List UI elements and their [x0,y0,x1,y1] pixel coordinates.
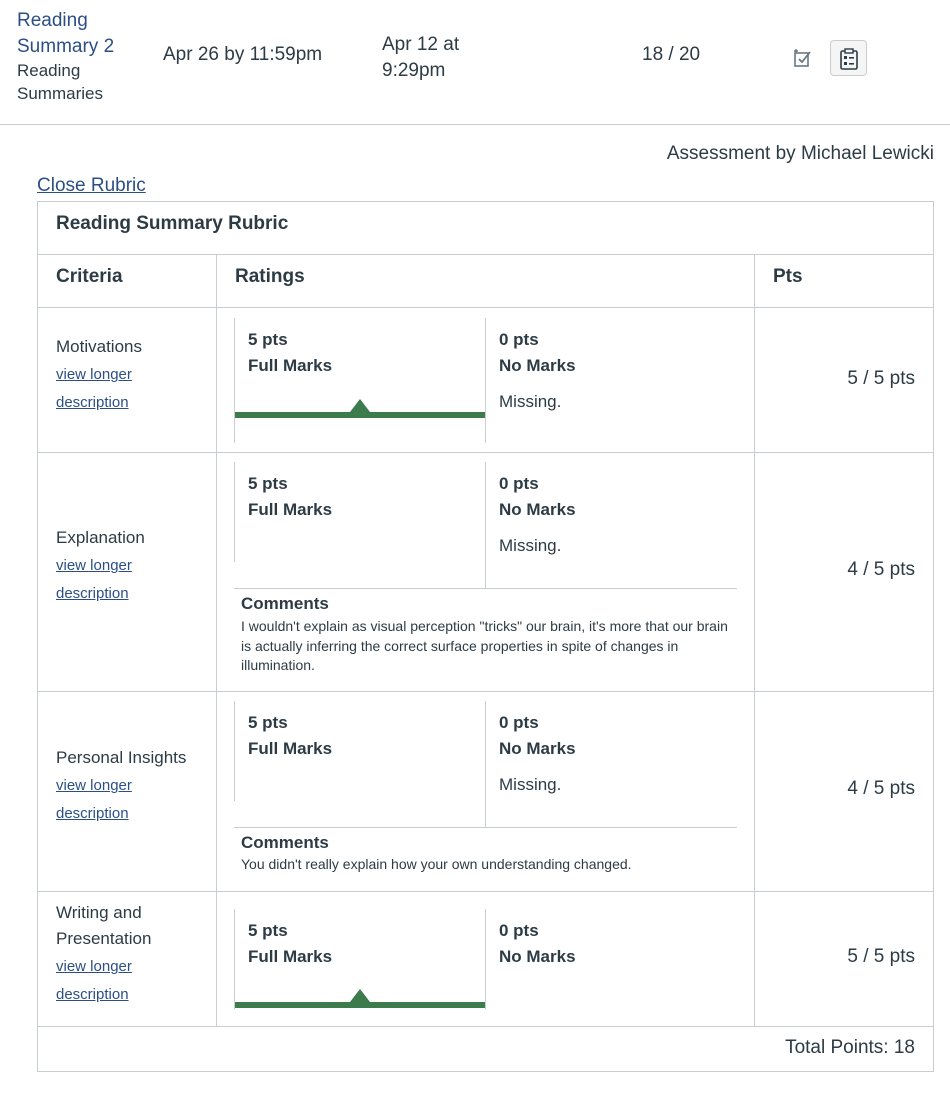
ratings-header: Ratings [235,266,305,287]
description-link[interactable]: description [56,981,176,1009]
rubric-title: Reading Summary Rubric [56,213,289,234]
column-divider [754,255,755,1027]
criterion-name: Writing and Presentation [56,903,152,948]
selected-rating-bar [235,412,486,418]
divider [38,691,933,692]
assignment-group: Reading Summaries [17,61,103,103]
view-longer-link[interactable]: view longer [56,552,176,580]
divider [38,452,933,453]
assignment-link[interactable]: Reading Summary 2 [17,8,137,60]
criterion-score: 5 / 5 pts [847,368,915,389]
submitted-date: Apr 12 at 9:29pm [382,34,460,81]
close-rubric-link[interactable]: Close Rubric [37,175,146,197]
rating-no-marks[interactable]: 0 pts No Marks Missing. [485,701,737,827]
submission-row: Reading Summary 2 Reading Summaries Apr … [0,0,950,125]
criterion-score: 5 / 5 pts [847,946,915,967]
due-date: Apr 26 by 11:59pm [163,44,323,65]
comment-text: You didn't really explain how your own u… [241,856,632,872]
rating-full-marks[interactable]: 5 pts Full Marks [234,909,486,1009]
criterion-name: Motivations [56,337,142,356]
rating-no-marks[interactable]: 0 pts No Marks Missing. [485,318,737,443]
rating-points: 0 pts [499,713,539,732]
rating-title: Full Marks [248,356,333,375]
rating-points: 0 pts [499,921,539,940]
score: 18 / 20 [642,44,701,65]
selected-rating-bar [235,1002,486,1008]
comments-label: Comments [241,833,329,852]
selected-rating-indicator [350,989,370,1002]
rating-title: Full Marks [248,947,333,966]
rating-title: No Marks [499,739,576,758]
criterion-score: 4 / 5 pts [847,778,915,799]
rating-description: Missing. [499,536,562,555]
rating-points: 0 pts [499,330,539,349]
rating-description: Missing. [499,775,562,794]
rating-description: Missing. [499,392,562,411]
description-link[interactable]: description [56,800,176,828]
criteria-header: Criteria [56,266,123,287]
muted-checkbox-icon [792,47,814,69]
rubric-icon [840,48,858,70]
view-longer-link[interactable]: view longer [56,361,176,389]
rating-title: No Marks [499,500,576,519]
total-points: Total Points: 18 [785,1037,915,1058]
selected-rating-indicator [350,399,370,412]
rating-no-marks[interactable]: 0 pts No Marks [485,909,737,1009]
description-link[interactable]: description [56,580,176,608]
rating-no-marks[interactable]: 0 pts No Marks Missing. [485,462,737,588]
rating-points: 5 pts [248,713,288,732]
rubric-table: Reading Summary Rubric Criteria Ratings … [37,201,934,1072]
rating-title: Full Marks [248,500,333,519]
rating-title: No Marks [499,947,576,966]
rating-title: Full Marks [248,739,333,758]
divider [38,254,933,255]
criterion-name: Personal Insights [56,748,187,767]
comments-divider [234,827,737,828]
comments-divider [234,588,737,589]
rating-points: 5 pts [248,330,288,349]
rating-full-marks[interactable]: 5 pts Full Marks [234,701,485,801]
criterion-name: Explanation [56,528,145,547]
description-link[interactable]: description [56,389,176,417]
rating-points: 5 pts [248,921,288,940]
rating-full-marks[interactable]: 5 pts Full Marks [234,318,486,443]
rating-full-marks[interactable]: 5 pts Full Marks [234,462,485,562]
comment-text: I wouldn't explain as visual perception … [241,618,728,673]
rating-points: 5 pts [248,474,288,493]
view-longer-link[interactable]: view longer [56,953,176,981]
rubric-toggle-button[interactable] [830,40,867,76]
view-longer-link[interactable]: view longer [56,772,176,800]
divider [38,307,933,308]
criterion-score: 4 / 5 pts [847,559,915,580]
assessment-by: Assessment by Michael Lewicki [666,143,934,164]
divider [38,1026,933,1027]
rating-title: No Marks [499,356,576,375]
pts-header: Pts [773,266,803,287]
comments-label: Comments [241,594,329,613]
rating-points: 0 pts [499,474,539,493]
divider [38,891,933,892]
column-divider [216,255,217,1027]
